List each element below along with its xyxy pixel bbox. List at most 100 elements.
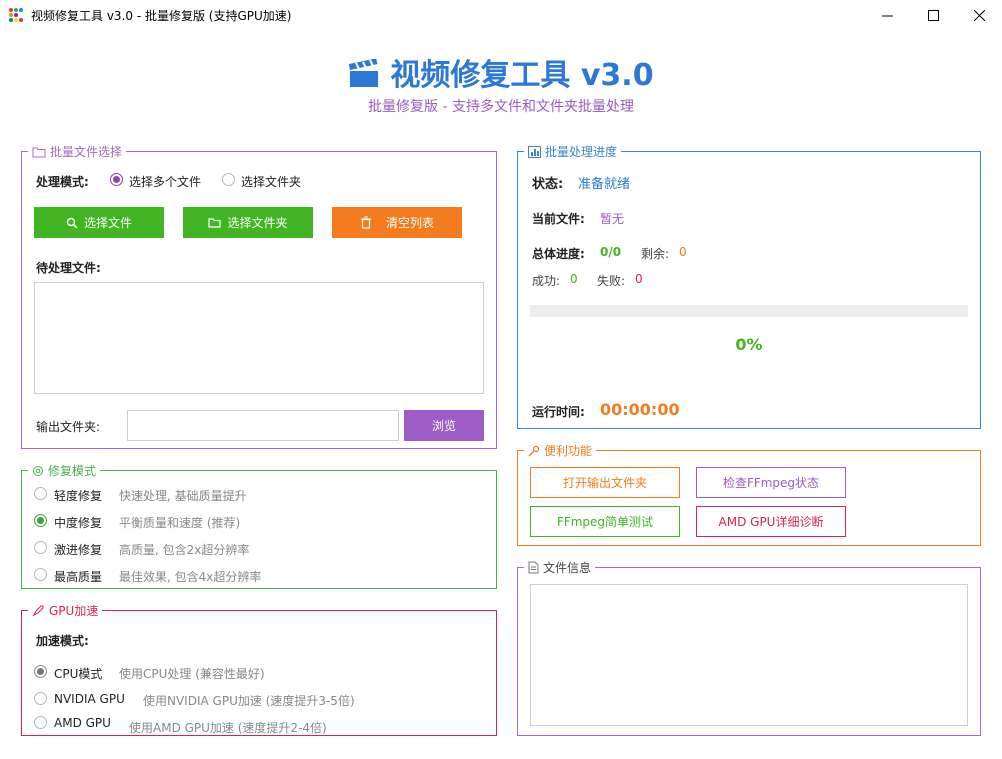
mode-multi-files-radio[interactable]	[110, 173, 123, 186]
select-files-label: 选择文件	[83, 216, 132, 230]
maximize-icon	[927, 9, 939, 21]
remaining-label: 剩余:	[641, 247, 670, 261]
close-icon	[973, 9, 985, 21]
repair-max-label[interactable]: 最高质量	[54, 568, 102, 585]
gpu-accel-group: GPU加速 加速模式: CPU模式 使用CPU处理 (兼容性最好) NVIDIA…	[21, 602, 497, 736]
gpu-accel-legend: GPU加速	[28, 602, 103, 619]
amd-gpu-diagnose-button[interactable]: AMD GPU详细诊断	[696, 506, 846, 537]
search-icon	[66, 217, 78, 229]
tools-group: 便利功能 打开输出文件夹 检查FFmpeg状态 FFmpeg简单测试 AMD G…	[517, 442, 981, 546]
select-files-button[interactable]: 选择文件	[34, 207, 164, 238]
batch-progress-legend-text: 批量处理进度	[545, 145, 618, 159]
document-icon	[528, 561, 539, 574]
trash-icon	[360, 216, 371, 229]
batch-file-legend: 批量文件选择	[28, 143, 127, 160]
repair-light-desc: 快速处理, 基础质量提升	[119, 489, 247, 503]
progress-percent: 0%	[735, 335, 763, 354]
batch-file-group: 批量文件选择 处理模式: 选择多个文件 选择文件夹 选择文件 选择文件夹 清空列…	[21, 143, 497, 449]
file-info-textbox[interactable]	[530, 584, 968, 726]
gpu-accel-legend-text: GPU加速	[49, 604, 99, 618]
mode-folder-radio[interactable]	[222, 173, 235, 186]
ffmpeg-test-button[interactable]: FFmpeg简单测试	[530, 506, 680, 537]
accel-mode-label: 加速模式:	[36, 634, 89, 648]
folder-icon	[208, 218, 222, 228]
status-label: 状态:	[532, 177, 564, 192]
close-button[interactable]	[956, 0, 1002, 30]
repair-aggressive-desc: 高质量, 包含2x超分辨率	[119, 543, 250, 557]
pending-files-label: 待处理文件:	[36, 261, 101, 275]
clear-list-label: 清空列表	[385, 216, 434, 230]
app-icon	[9, 8, 23, 22]
gear-icon	[33, 465, 43, 476]
current-file-label: 当前文件:	[532, 212, 585, 226]
bar-chart-icon	[528, 145, 541, 158]
open-output-folder-button[interactable]: 打开输出文件夹	[530, 467, 680, 498]
repair-mode-legend-text: 修复模式	[48, 464, 97, 478]
select-folder-label: 选择文件夹	[227, 216, 288, 230]
rocket-icon	[32, 605, 44, 617]
progress-bar-track	[530, 305, 968, 317]
failed-value: 0	[635, 272, 643, 286]
remaining-value: 0	[679, 245, 687, 259]
pending-files-list[interactable]	[34, 282, 484, 394]
folder-icon	[32, 147, 46, 157]
gpu-amd-desc: 使用AMD GPU加速 (速度提升2-4倍)	[129, 721, 327, 735]
repair-medium-label[interactable]: 中度修复	[54, 514, 102, 531]
mode-folder-label[interactable]: 选择文件夹	[241, 173, 301, 190]
file-info-legend: 文件信息	[524, 559, 596, 576]
wrench-icon	[528, 445, 540, 456]
tools-legend: 便利功能	[524, 442, 597, 459]
repair-mode-legend: 修复模式	[28, 462, 101, 479]
mode-label: 处理模式:	[36, 175, 89, 189]
repair-aggressive-label[interactable]: 激进修复	[54, 541, 102, 558]
total-progress-value: 0/0	[600, 245, 622, 259]
minimize-button[interactable]	[864, 0, 910, 30]
title-bar: 视频修复工具 v3.0 - 批量修复版 (支持GPU加速)	[0, 0, 1002, 30]
tools-legend-text: 便利功能	[544, 444, 593, 458]
clapperboard-icon	[349, 59, 379, 87]
maximize-button[interactable]	[910, 0, 956, 30]
repair-light-label[interactable]: 轻度修复	[54, 487, 102, 504]
current-file-value: 暂无	[600, 212, 625, 226]
gpu-amd-label[interactable]: AMD GPU	[54, 716, 111, 730]
file-info-group: 文件信息	[517, 559, 981, 736]
file-info-legend-text: 文件信息	[543, 561, 592, 575]
check-ffmpeg-button[interactable]: 检查FFmpeg状态	[696, 467, 846, 498]
success-value: 0	[570, 272, 578, 286]
gpu-nvidia-label[interactable]: NVIDIA GPU	[54, 692, 125, 706]
total-progress-label: 总体进度:	[532, 247, 585, 261]
repair-aggressive-radio[interactable]	[34, 541, 47, 554]
repair-max-radio[interactable]	[34, 568, 47, 581]
gpu-amd-radio[interactable]	[34, 716, 47, 729]
browse-button[interactable]: 浏览	[404, 410, 484, 441]
app-title-text: 视频修复工具 v3.0	[390, 58, 654, 93]
runtime-label: 运行时间:	[532, 405, 585, 419]
gpu-cpu-label[interactable]: CPU模式	[54, 665, 102, 682]
gpu-cpu-desc: 使用CPU处理 (兼容性最好)	[119, 667, 265, 681]
repair-mode-group: 修复模式 轻度修复 快速处理, 基础质量提升 中度修复 平衡质量和速度 (推荐)…	[21, 462, 497, 589]
repair-medium-desc: 平衡质量和速度 (推荐)	[119, 516, 241, 530]
clear-list-button[interactable]: 清空列表	[332, 207, 462, 238]
app-header-title: 视频修复工具 v3.0	[0, 50, 1002, 94]
repair-medium-radio[interactable]	[34, 514, 47, 527]
mode-multi-files-label[interactable]: 选择多个文件	[129, 173, 201, 190]
repair-max-desc: 最佳效果, 包含4x超分辨率	[119, 570, 262, 584]
gpu-nvidia-radio[interactable]	[34, 692, 47, 705]
app-subtitle: 批量修复版 - 支持多文件和文件夹批量处理	[368, 99, 634, 115]
batch-progress-group: 批量处理进度 状态: 准备就绪 当前文件: 暂无 总体进度: 0/0 剩余: 0…	[517, 143, 981, 429]
output-folder-label: 输出文件夹:	[36, 420, 101, 434]
gpu-cpu-radio[interactable]	[34, 665, 47, 678]
browse-label: 浏览	[431, 419, 456, 433]
failed-label: 失败:	[597, 274, 626, 288]
runtime-value: 00:00:00	[600, 400, 680, 419]
batch-file-legend-text: 批量文件选择	[50, 145, 123, 159]
success-label: 成功:	[532, 274, 561, 288]
window-title: 视频修复工具 v3.0 - 批量修复版 (支持GPU加速)	[31, 9, 292, 23]
repair-light-radio[interactable]	[34, 487, 47, 500]
output-folder-input[interactable]	[127, 410, 399, 441]
minimize-icon	[881, 15, 893, 16]
batch-progress-legend: 批量处理进度	[524, 143, 622, 160]
status-value: 准备就绪	[578, 177, 631, 192]
select-folder-button[interactable]: 选择文件夹	[183, 207, 313, 238]
gpu-nvidia-desc: 使用NVIDIA GPU加速 (速度提升3-5倍)	[143, 694, 355, 708]
